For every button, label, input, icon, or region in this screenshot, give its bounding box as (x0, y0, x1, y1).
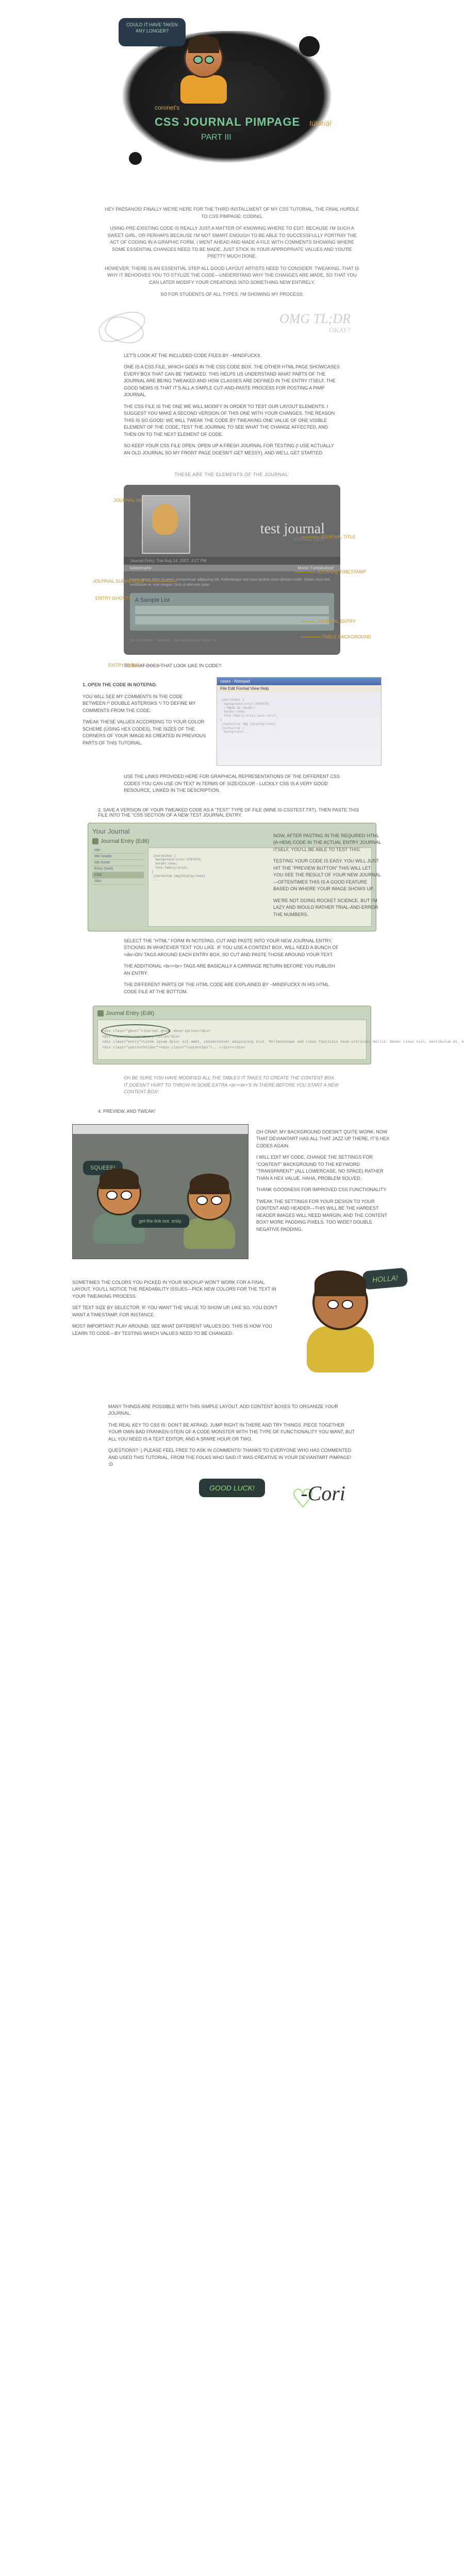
mock-row (135, 616, 329, 624)
character-right (181, 1176, 238, 1248)
pencil-icon (97, 1010, 104, 1016)
good-luck-bubble: GOOD LUCK! (199, 1479, 265, 1497)
intro-block: HEY PAESANOS! FINALLY WE'RE HERE FOR THE… (103, 206, 361, 298)
editor-sidebar: title: title header title footer Entry (… (92, 848, 144, 927)
intro-p3: HOWEVER, THERE IS AN ESSENTIAL STEP ALL … (103, 265, 361, 286)
step-2-title: 2. SAVE A VERSION OF YOUR TWEAKED CODE A… (98, 807, 366, 818)
callout-ghosts: ENTRY GHOSTS (95, 596, 133, 601)
html-entry-screenshot: Journal Entry (Edit) <div class="ghost">… (93, 1006, 371, 1064)
journal-editor-screenshot: Your Journal Journal Entry (Edit) title:… (88, 823, 376, 931)
signature-row: GOOD LUCK! ♡ -Cori (108, 1479, 356, 1520)
intro-p4: SO FOR STUDENTS OF ALL TYPES, I'M SHOWIN… (103, 291, 361, 298)
notepad-screenshot: cssex - Notepad File Edit Format View He… (217, 677, 382, 766)
hero-header: COULD IT HAVE TAKEN ANY LONGER? coronet'… (0, 0, 464, 196)
speech-holla: HOLLA! (362, 1267, 408, 1290)
step-4-title: 4. PREVIEW, AND TWEAK! (98, 1109, 366, 1114)
mock-thumbnail (142, 495, 190, 554)
intro-p2: USING PRE-EXISTING CODE IS REALLY JUST A… (103, 225, 361, 260)
callout-subheader: JOURNAL SUBHEADER (93, 579, 177, 584)
speech-link: get the link out. srsly. (131, 1214, 189, 1228)
signature: -Cori (301, 1481, 345, 1505)
mock-timestamp: Journal Entry: Tue Aug 14, 2007, 4:27 PM (124, 557, 340, 565)
character-coronet (175, 39, 232, 106)
step-4-text: OH CRAP, MY BACKGROUND DOESN'T QUITE WOR… (256, 1124, 392, 1238)
character-left (88, 1171, 150, 1243)
intro-p1: HEY PAESANOS! FINALLY WE'RE HERE FOR THE… (103, 206, 361, 220)
elements-label: THESE ARE THE ELEMENTS OF THE JOURNAL: (124, 472, 340, 477)
preview-screenshot: SQUEEE! get the link out. srsly. (72, 1124, 248, 1259)
callout-entrytable: ENTRY TABLE (108, 663, 161, 668)
tldr-scribble: OMG TL;DR OKAY? (98, 309, 366, 345)
step-1-text: 1. OPEN THE CODE IN NOTEPAD. YOU WILL SE… (82, 677, 206, 751)
mock-row (135, 606, 329, 614)
callout-entry: JOURNAL ENTRY (301, 619, 356, 624)
callout-tablebg: TABLE BACKGROUND (301, 634, 371, 639)
character-holla: HOLLA! (289, 1275, 392, 1388)
journal-mockup: JOURNAL HEADER JOURNAL TITLE JOURNAL TIM… (124, 485, 340, 655)
step-3-text: SELECT THE "HTML" FORM IN NOTEPAD, CUT A… (124, 938, 340, 996)
pencil-icon (92, 838, 98, 844)
mock-table: A Sample List (130, 593, 334, 631)
final-text: MANY THINGS ARE POSSIBLE WITH THIS SIMPL… (108, 1403, 356, 1468)
step-2-sidebar-text: NOW, AFTER PASTING IN THE REQUIRED HTML … (273, 828, 382, 923)
body-block-1: LET'S LOOK AT THE INCLUDED CODE FILES BY… (124, 352, 340, 457)
mock-title: test journal (260, 521, 325, 537)
circled-annotation (101, 1024, 170, 1038)
tutorial-title: coronet's CSS JOURNAL PIMPAGE PART III t… (155, 103, 300, 144)
callout-timestamp: JOURNAL TIMESTAMP (295, 569, 366, 574)
bottom-text: SOMETIMES THE COLORS YOU PICKED IN YOUR … (72, 1275, 278, 1342)
